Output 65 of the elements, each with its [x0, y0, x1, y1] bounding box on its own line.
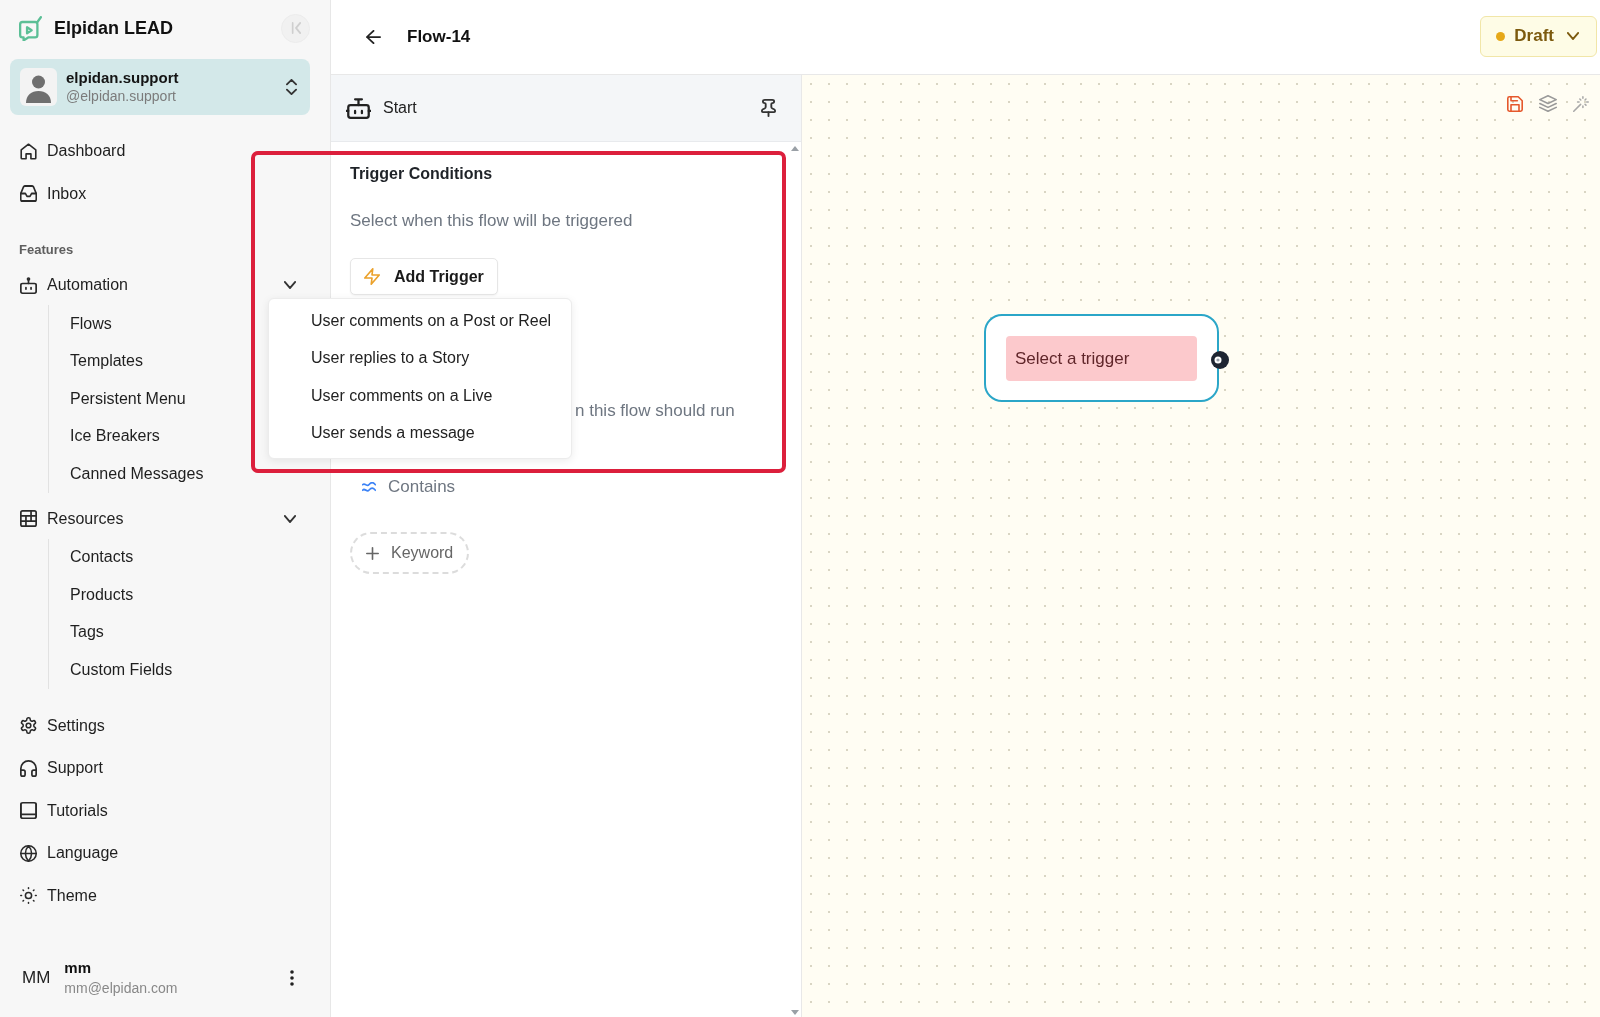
trigger-node[interactable]: Select a trigger: [984, 314, 1219, 402]
trigger-placeholder[interactable]: Select a trigger: [1006, 336, 1197, 381]
menu-item[interactable]: User comments on a Post or Reel: [269, 302, 571, 340]
nav-item[interactable]: Support: [0, 747, 330, 790]
more-icon[interactable]: [290, 970, 294, 986]
nav-item[interactable]: Automation: [0, 265, 330, 305]
nav-item[interactable]: Language: [0, 832, 330, 875]
inbox-icon: [20, 185, 37, 203]
nav-subitem[interactable]: Contacts: [49, 538, 330, 576]
scroll-up-icon[interactable]: [791, 146, 799, 151]
save-icon[interactable]: [1507, 95, 1523, 112]
nav-item[interactable]: Dashboard: [0, 130, 330, 173]
nav-subitem[interactable]: Products: [49, 576, 330, 614]
status-dropdown-button[interactable]: Draft: [1480, 15, 1597, 57]
nav-subitem[interactable]: Canned Messages: [49, 455, 330, 493]
bot-icon: [346, 97, 371, 119]
brand-name: Elpidan LEAD: [54, 16, 173, 40]
settings-icon: [20, 717, 37, 735]
menu-item[interactable]: User replies to a Story: [269, 339, 571, 377]
nav-subitem[interactable]: Custom Fields: [49, 651, 330, 689]
pin-icon[interactable]: [761, 99, 776, 117]
add-trigger-button[interactable]: Add Trigger: [350, 258, 498, 295]
nav-item[interactable]: Theme: [0, 874, 330, 917]
nav-item[interactable]: Tutorials: [0, 789, 330, 832]
globe-icon: [20, 844, 37, 862]
add-keyword-button[interactable]: Keyword: [350, 532, 470, 574]
menu-item[interactable]: User comments on a Live: [269, 377, 571, 415]
home-icon: [20, 142, 37, 160]
match-option[interactable]: Contains: [362, 474, 456, 500]
user-name: mm: [64, 958, 92, 978]
caret-icon: [1567, 32, 1579, 40]
panel-title: Start: [383, 98, 417, 118]
book-icon: [20, 802, 37, 820]
wand-icon[interactable]: [1573, 95, 1589, 112]
collapse-left-icon: [290, 22, 301, 34]
headphones-icon: [20, 759, 37, 777]
account-name: elpidan.support: [66, 68, 179, 87]
flow-title: Flow-14: [407, 26, 471, 49]
section-title: Trigger Conditions: [350, 164, 494, 184]
grid-icon: [20, 510, 37, 527]
chat-bubble-logo-icon: [19, 15, 42, 41]
section-hint: Select when this flow will be triggered: [350, 210, 634, 232]
layers-icon[interactable]: [1539, 95, 1557, 112]
user-initials: MM: [22, 967, 51, 990]
account-handle: @elpidan.support: [66, 87, 177, 106]
connection-handle[interactable]: [1211, 351, 1229, 369]
chevron-up-down-icon: [286, 79, 297, 95]
plus-icon: [366, 546, 379, 560]
approx-icon: [362, 482, 376, 492]
status-dot-icon: [1496, 31, 1506, 41]
sun-icon: [20, 887, 37, 905]
user-silhouette-icon: [20, 68, 57, 106]
keyword-hint: n this flow should run: [575, 400, 735, 422]
back-arrow-icon[interactable]: [366, 30, 381, 44]
nav-item[interactable]: Resources: [0, 498, 330, 539]
menu-item[interactable]: User sends a message: [269, 414, 571, 452]
user-email: mm@elpidan.com: [64, 979, 178, 998]
nav-subitem[interactable]: Tags: [49, 613, 330, 651]
scroll-down-icon[interactable]: [791, 1010, 799, 1015]
section-label: Features: [19, 241, 75, 259]
account-switcher[interactable]: elpidan.support @elpidan.support: [10, 59, 310, 115]
nav-item[interactable]: Inbox: [0, 172, 330, 215]
nav-item[interactable]: Settings: [0, 704, 330, 747]
bot-icon: [20, 276, 37, 294]
lightning-icon: [364, 268, 380, 285]
